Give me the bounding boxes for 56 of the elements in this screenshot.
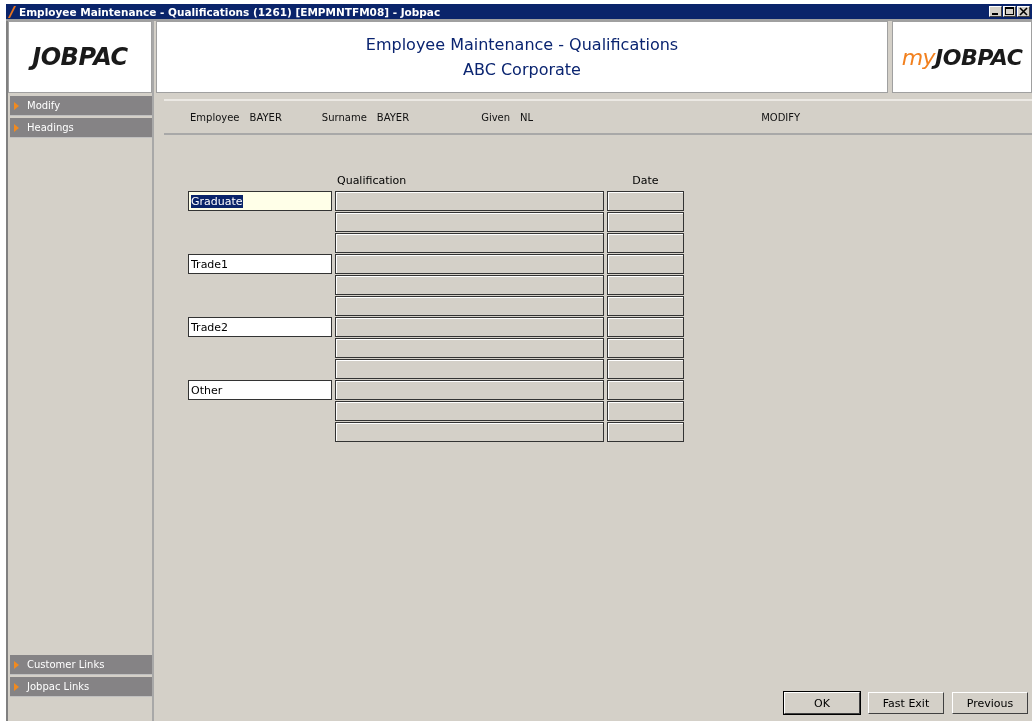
input-field[interactable]: Trade1	[188, 254, 332, 274]
date-field[interactable]	[607, 233, 684, 253]
qualification-field[interactable]	[335, 296, 604, 316]
qualification-field[interactable]	[335, 359, 604, 379]
mode-label: MODIFY	[761, 111, 801, 123]
app-icon	[8, 5, 16, 18]
window-title: Employee Maintenance - Qualifications (1261) [EMPMNTFM08] - Jobpac	[19, 5, 442, 18]
date-field[interactable]	[607, 338, 684, 358]
date-field[interactable]	[607, 359, 684, 379]
field-value: NL	[520, 111, 534, 123]
input-field[interactable]: Other	[188, 380, 332, 400]
button[interactable]: Previous	[952, 692, 1028, 714]
company-name: ABC Corporate	[463, 60, 581, 79]
date-field[interactable]	[607, 191, 684, 211]
arrow-icon	[14, 123, 19, 132]
date-field[interactable]	[607, 380, 684, 400]
maximize-icon[interactable]	[1003, 6, 1016, 17]
qualification-field[interactable]	[335, 233, 604, 253]
date-field[interactable]	[607, 275, 684, 295]
field-value: BAYER	[376, 111, 410, 123]
field-label: Given	[481, 111, 511, 123]
minimize-icon[interactable]	[989, 6, 1002, 17]
field-label: Employee	[190, 111, 240, 123]
sidebar-item[interactable]: Jobpac Links	[10, 677, 152, 697]
qualification-field[interactable]	[335, 191, 604, 211]
arrow-icon	[14, 682, 19, 691]
date-field[interactable]	[607, 296, 684, 316]
button[interactable]: OK	[784, 692, 860, 714]
date-field[interactable]	[607, 254, 684, 274]
qualification-field[interactable]	[335, 317, 604, 337]
input-field[interactable]: Graduate	[188, 191, 332, 211]
field-label: Surname	[321, 111, 367, 123]
date-field[interactable]	[607, 212, 684, 232]
column-header: Date	[631, 173, 660, 189]
close-icon[interactable]	[1017, 6, 1030, 17]
date-field[interactable]	[607, 401, 684, 421]
arrow-icon	[14, 101, 19, 110]
sidebar-item[interactable]: Modify	[10, 96, 152, 116]
qualification-field[interactable]	[335, 380, 604, 400]
button[interactable]: Fast Exit	[868, 692, 944, 714]
qualification-field[interactable]	[335, 422, 604, 442]
qualification-field[interactable]	[335, 275, 604, 295]
sidebar-item[interactable]: Headings	[10, 118, 152, 138]
page-title: Employee Maintenance - Qualifications	[365, 35, 679, 54]
column-header: Qualification	[336, 173, 408, 189]
logo-text: myJOBPAC	[901, 44, 1023, 70]
input-field[interactable]: Trade2	[188, 317, 332, 337]
date-field[interactable]	[607, 317, 684, 337]
qualification-field[interactable]	[335, 212, 604, 232]
qualification-field[interactable]	[335, 401, 604, 421]
field-value: BAYER	[249, 111, 282, 123]
qualification-field[interactable]	[335, 338, 604, 358]
sidebar-item[interactable]: Customer Links	[10, 655, 152, 675]
date-field[interactable]	[607, 422, 684, 442]
qualification-field[interactable]	[335, 254, 604, 274]
arrow-icon	[14, 660, 19, 669]
